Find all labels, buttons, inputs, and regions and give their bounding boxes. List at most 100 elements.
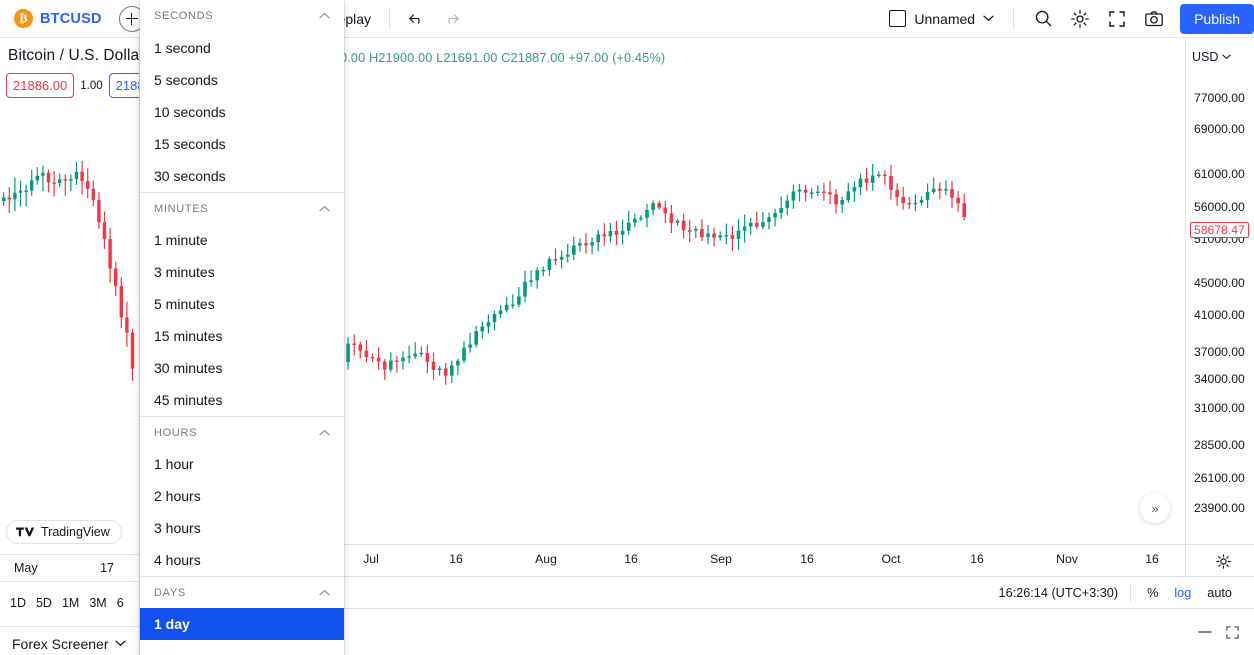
symbol-button[interactable]: ₿ BTCUSD [8, 6, 108, 31]
range-1m[interactable]: 1M [62, 596, 79, 610]
gear-icon [1071, 9, 1089, 28]
undo-button[interactable] [401, 7, 433, 31]
redo-icon [448, 13, 459, 24]
chevron-down-icon [983, 15, 994, 22]
publish-button[interactable]: Publish [1180, 3, 1254, 34]
dropdown-item-45-minutes[interactable]: 45 minutes [140, 384, 344, 416]
dropdown-item-3-hours[interactable]: 3 hours [140, 512, 344, 544]
dropdown-group-label: MINUTES [154, 202, 209, 215]
minimize-icon[interactable] [1197, 630, 1213, 634]
price-tick: 37000.00 [1194, 345, 1245, 359]
price-tick: 31000.00 [1194, 401, 1245, 415]
dropdown-group-days[interactable]: DAYS [140, 576, 344, 608]
tradingview-logo-text: TradingView [41, 525, 110, 539]
dropdown-item-5-minutes[interactable]: 5 minutes [140, 288, 344, 320]
range-6m[interactable]: 6 [117, 596, 124, 610]
mini-chart-svg [2, 160, 135, 381]
search-button[interactable] [1026, 4, 1060, 34]
dropdown-item-4-hours[interactable]: 4 hours [140, 544, 344, 576]
dropdown-item-30-seconds[interactable]: 30 seconds [140, 160, 344, 192]
maximize-icon[interactable] [1225, 625, 1240, 640]
forex-screener-label: Forex Screener [12, 635, 109, 652]
toolbar-divider-4 [1013, 7, 1015, 30]
time-axis-divider [1185, 545, 1186, 577]
time-tick: Sep [710, 552, 732, 566]
brand-logo-wrap: TradingView [6, 520, 122, 544]
gear-icon [1216, 554, 1231, 569]
price-tick: 69000.00 [1194, 122, 1245, 136]
forex-screener-button[interactable]: Forex Screener [0, 626, 139, 655]
snapshot-button[interactable] [1137, 4, 1171, 34]
dropdown-group-hours[interactable]: HOURS [140, 416, 344, 448]
range-1d[interactable]: 1D [10, 596, 26, 610]
trading-panel-actions [1197, 625, 1240, 640]
mini-chart-dates: May 17 [0, 554, 139, 582]
time-tick: 16 [624, 552, 638, 566]
search-icon [1035, 10, 1051, 27]
price-tick: 77000.00 [1194, 91, 1245, 105]
range-3m[interactable]: 3M [89, 596, 106, 610]
dropdown-item-3-minutes[interactable]: 3 minutes [140, 256, 344, 288]
dropdown-item-15-minutes[interactable]: 15 minutes [140, 320, 344, 352]
dropdown-group-label: HOURS [154, 426, 198, 439]
camera-icon [1145, 10, 1163, 26]
chevron-down-icon [1222, 54, 1232, 60]
percent-scale-button[interactable]: % [1139, 583, 1166, 603]
tradingview-app: ₿ BTCUSD Alert [0, 0, 1254, 655]
dropdown-item-2-hours[interactable]: 2 hours [140, 480, 344, 512]
price-axis[interactable]: USD 77000.00 69000.00 61000.00 56000.00 5100… [1185, 38, 1254, 544]
price-tick: 61000.00 [1194, 167, 1245, 181]
chevron-up-icon [319, 587, 330, 599]
interval-dropdown[interactable]: SECONDS 1 second 5 seconds 10 seconds 15 sec… [140, 0, 344, 655]
clock-label: 16:26:14 (UTC+3:30) [998, 585, 1119, 600]
chevron-up-icon [319, 10, 330, 22]
price-tick: 41000.00 [1194, 308, 1245, 322]
dropdown-group-label: SECONDS [154, 10, 214, 22]
layout-name-label: Unnamed [914, 10, 976, 27]
sell-price-button[interactable]: 21886.00 [6, 73, 75, 98]
time-tick: Nov [1056, 552, 1078, 566]
expand-chart-button[interactable]: » [1140, 493, 1170, 523]
chart-settings-button[interactable] [1215, 553, 1232, 575]
undo-icon [409, 13, 420, 24]
layout-name-button[interactable]: Unnamed [882, 5, 1001, 32]
mini-chart[interactable] [0, 146, 139, 516]
tradingview-logo-icon [16, 527, 35, 537]
time-tick: Aug [535, 552, 557, 566]
redo-button[interactable] [435, 7, 467, 31]
dropdown-group-minutes[interactable]: MINUTES [140, 192, 344, 224]
spread-label: 1.00 [80, 79, 103, 92]
dropdown-item-30-minutes[interactable]: 30 minutes [140, 352, 344, 384]
range-selector: 1D 5D 1M 3M 6 [0, 588, 139, 618]
dropdown-item-15-seconds[interactable]: 15 seconds [140, 128, 344, 160]
buy-price-button[interactable]: 2188 [108, 73, 139, 98]
dropdown-item-1-second[interactable]: 1 second [140, 32, 344, 64]
dropdown-item-5-seconds[interactable]: 5 seconds [140, 64, 344, 96]
settings-button[interactable] [1063, 4, 1097, 34]
left-watchlist-panel: Bitcoin / U.S. Dolla 21886.00 1.00 2188 … [0, 38, 140, 655]
currency-selector[interactable]: USD [1192, 50, 1232, 64]
time-tick: Oct [881, 552, 901, 566]
price-tick: 56000.00 [1194, 200, 1245, 214]
auto-scale-button[interactable]: auto [1199, 583, 1240, 603]
range-5d[interactable]: 5D [36, 596, 52, 610]
layout-square-icon [889, 10, 907, 27]
price-tick: 45000.00 [1194, 276, 1245, 290]
toolbar-divider-3 [389, 7, 391, 30]
time-tick: 16 [1145, 552, 1159, 566]
chevron-down-icon [115, 640, 127, 647]
dropdown-item-1-day[interactable]: 1 day [140, 608, 344, 640]
chevron-up-icon [319, 203, 330, 215]
tradingview-logo[interactable]: TradingView [6, 520, 122, 544]
currency-label: USD [1192, 50, 1219, 64]
toolbar-right-group: Unnamed Publish [882, 3, 1254, 34]
price-tick: 34000.00 [1194, 372, 1245, 386]
toolbar-left-group: ₿ BTCUSD [0, 5, 145, 32]
dropdown-group-seconds[interactable]: SECONDS [140, 0, 344, 32]
fullscreen-button[interactable] [1100, 4, 1134, 34]
log-scale-button[interactable]: log [1166, 583, 1199, 603]
dropdown-item-1-hour[interactable]: 1 hour [140, 448, 344, 480]
dropdown-item-10-seconds[interactable]: 10 seconds [140, 96, 344, 128]
last-price-badge: 58678.47 [1190, 222, 1249, 238]
dropdown-item-1-minute[interactable]: 1 minute [140, 224, 344, 256]
